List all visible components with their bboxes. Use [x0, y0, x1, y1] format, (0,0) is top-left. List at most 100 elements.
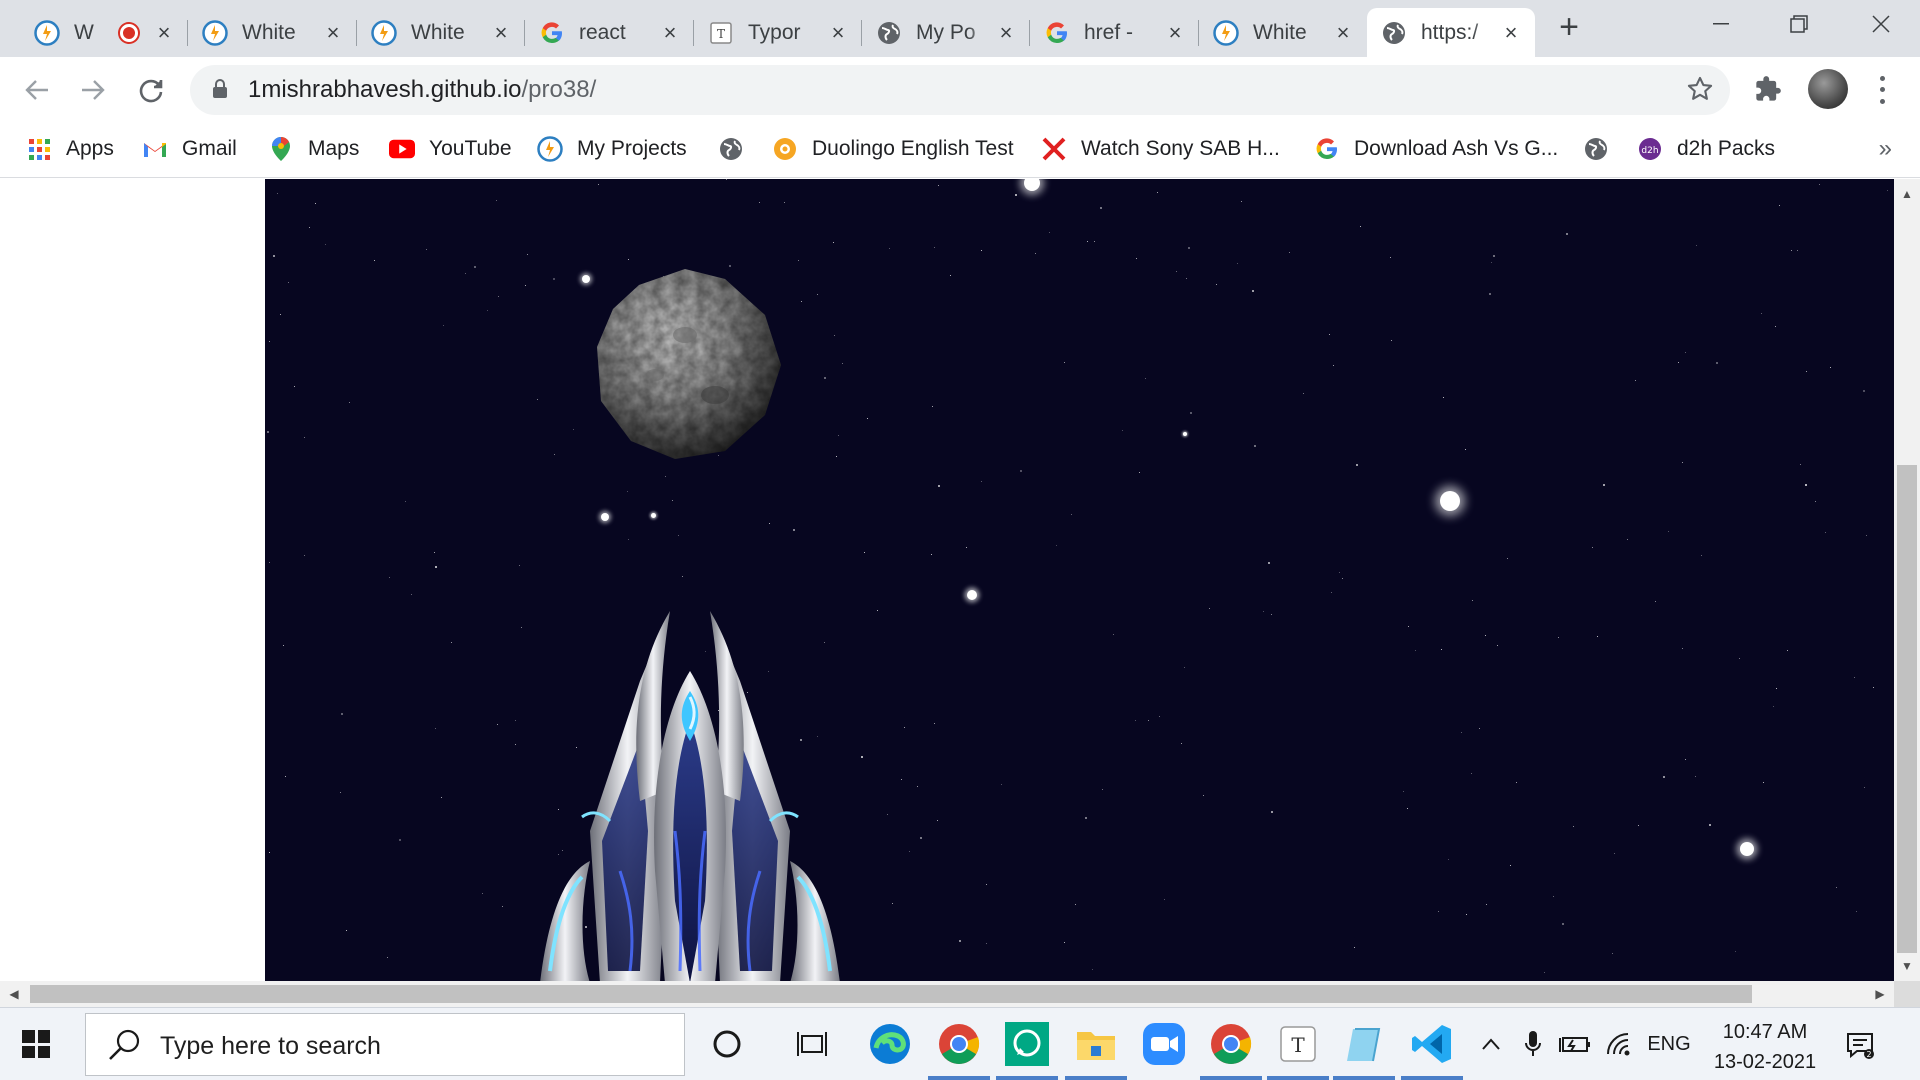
- chrome-icon[interactable]: [1207, 1020, 1255, 1068]
- arrow-right-icon: [82, 80, 105, 100]
- star: [277, 193, 278, 194]
- star: [519, 565, 520, 566]
- task-view-icon[interactable]: [788, 1020, 836, 1068]
- notepad-icon[interactable]: [1340, 1020, 1388, 1068]
- extensions-puzzle-icon[interactable]: [1754, 75, 1782, 103]
- tab-close-icon[interactable]: ×: [1333, 21, 1353, 43]
- system-clock[interactable]: 10:47 AM 13-02-2021: [1700, 1017, 1830, 1077]
- typora-icon[interactable]: T: [1274, 1020, 1322, 1068]
- notification-center-icon[interactable]: 2: [1845, 1030, 1875, 1060]
- horizontal-scrollbar[interactable]: ◀ ▶: [0, 981, 1894, 1007]
- reload-button[interactable]: [130, 69, 172, 111]
- minimize-button[interactable]: [1682, 0, 1760, 48]
- edge-icon[interactable]: [866, 1020, 914, 1068]
- bookmark-item[interactable]: YouTube: [389, 131, 512, 167]
- tab-close-icon[interactable]: ×: [1501, 21, 1521, 43]
- chrome-icon[interactable]: [935, 1020, 983, 1068]
- scroll-up-arrow-icon[interactable]: ▲: [1897, 187, 1917, 201]
- start-button[interactable]: [22, 1030, 50, 1058]
- browser-tab[interactable]: White ×: [188, 8, 357, 57]
- gmail-icon: [142, 136, 168, 162]
- arrow-left-icon: [25, 80, 48, 100]
- file-explorer-icon[interactable]: [1072, 1020, 1120, 1068]
- wifi-icon[interactable]: [1604, 1028, 1636, 1060]
- browser-tab[interactable]: My Po ×: [862, 8, 1030, 57]
- star: [1252, 290, 1254, 292]
- star: [554, 454, 555, 455]
- url-text[interactable]: 1mishrabhavesh.github.io/pro38/: [248, 76, 596, 104]
- browser-tab[interactable]: react ×: [525, 8, 694, 57]
- star: [1100, 207, 1102, 209]
- address-bar[interactable]: 1mishrabhavesh.github.io/pro38/: [190, 65, 1730, 115]
- new-tab-button[interactable]: +: [1552, 10, 1586, 46]
- tab-close-icon[interactable]: ×: [996, 21, 1016, 43]
- vertical-scroll-thumb[interactable]: [1897, 465, 1917, 953]
- recording-indicator-icon: [120, 23, 138, 42]
- profile-avatar[interactable]: [1808, 69, 1848, 109]
- bookmark-label: Maps: [308, 137, 360, 160]
- browser-tab[interactable]: https:/ ×: [1367, 8, 1535, 57]
- vscode-icon[interactable]: [1408, 1020, 1456, 1068]
- zoom-icon[interactable]: [1140, 1020, 1188, 1068]
- bookmark-item[interactable]: My Projects: [537, 131, 687, 167]
- star: [1562, 923, 1564, 925]
- explorer-active-indicator: [1065, 1076, 1127, 1080]
- scroll-left-arrow-icon[interactable]: ◀: [4, 987, 24, 1001]
- bookmark-item[interactable]: Download Ash Vs G...: [1314, 131, 1558, 167]
- microphone-icon[interactable]: [1520, 1028, 1546, 1060]
- star: [1209, 608, 1210, 609]
- tab-close-icon[interactable]: ×: [1165, 21, 1185, 43]
- browser-tab[interactable]: W ×: [20, 8, 188, 57]
- star: [932, 406, 933, 407]
- browser-tab[interactable]: White ×: [357, 8, 525, 57]
- star: [1775, 326, 1776, 327]
- star: [498, 296, 499, 297]
- windows-taskbar: Type here to search T ENG 10:47 AM 13-02…: [0, 1007, 1920, 1080]
- restore-button[interactable]: [1760, 0, 1838, 48]
- forward-button[interactable]: [72, 69, 114, 111]
- scroll-down-arrow-icon[interactable]: ▼: [1897, 959, 1917, 973]
- back-button[interactable]: [16, 69, 58, 111]
- star: [1145, 378, 1146, 379]
- star: [1701, 555, 1702, 556]
- star: [1685, 759, 1686, 760]
- tab-close-icon[interactable]: ×: [154, 21, 174, 43]
- star: [934, 723, 935, 724]
- star: [842, 363, 843, 364]
- bookmark-item[interactable]: Maps: [268, 131, 359, 167]
- scroll-right-arrow-icon[interactable]: ▶: [1870, 987, 1890, 1001]
- battery-icon[interactable]: [1558, 1028, 1592, 1060]
- language-indicator[interactable]: ENG: [1646, 1028, 1692, 1060]
- bookmark-item[interactable]: Apps: [26, 131, 114, 167]
- bookmark-item[interactable]: Duolingo English Test: [772, 131, 1014, 167]
- taskbar-search-box[interactable]: Type here to search: [85, 1013, 685, 1076]
- browser-tab[interactable]: href - ×: [1030, 8, 1199, 57]
- show-hidden-icons-chevron-icon[interactable]: [1478, 1028, 1504, 1060]
- browser-tab[interactable]: White ×: [1199, 8, 1367, 57]
- bookmark-item[interactable]: Gmail: [142, 131, 237, 167]
- bookmark-item[interactable]: Watch Sony SAB H...: [1041, 131, 1280, 167]
- tab-close-icon[interactable]: ×: [828, 21, 848, 43]
- star: [1787, 650, 1788, 651]
- bookmarks-overflow-button[interactable]: »: [1879, 135, 1892, 163]
- tab-close-icon[interactable]: ×: [323, 21, 343, 43]
- close-window-button[interactable]: [1842, 0, 1920, 48]
- bookmark-star-icon[interactable]: [1686, 75, 1714, 103]
- browser-tab[interactable]: T Typor ×: [694, 8, 862, 57]
- browser-toolbar: 1mishrabhavesh.github.io/pro38/: [0, 57, 1920, 123]
- bright-star: [967, 590, 977, 600]
- tab-close-icon[interactable]: ×: [491, 21, 511, 43]
- cortana-icon[interactable]: [703, 1020, 751, 1068]
- bookmark-item[interactable]: d2h d2h Packs: [1637, 131, 1775, 167]
- browser-menu-button[interactable]: [1872, 73, 1892, 107]
- bookmark-item[interactable]: [1583, 131, 1623, 167]
- star: [1241, 201, 1242, 202]
- horizontal-scroll-thumb[interactable]: [30, 985, 1752, 1003]
- whatsapp-icon[interactable]: [1003, 1020, 1051, 1068]
- vertical-scrollbar[interactable]: ▲ ▼: [1894, 179, 1920, 981]
- bookmark-item[interactable]: [718, 131, 758, 167]
- game-canvas[interactable]: [265, 179, 1894, 981]
- star: [1887, 190, 1888, 191]
- tab-close-icon[interactable]: ×: [660, 21, 680, 43]
- star: [387, 957, 388, 958]
